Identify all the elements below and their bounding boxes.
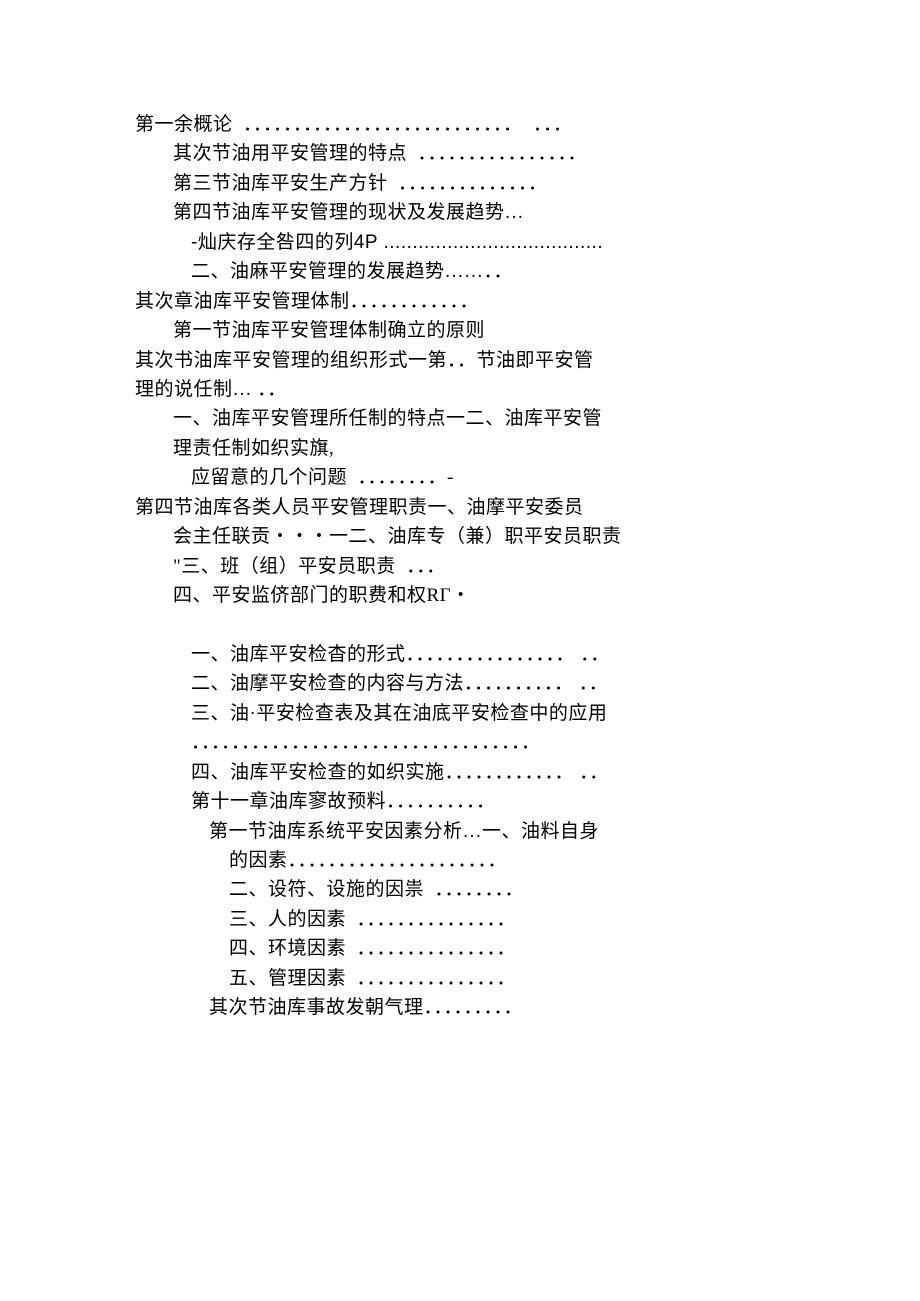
toc-line: 其次节油用平安管理的特点 ．．．．．．．．．．．．．．．． xyxy=(173,139,785,168)
toc-content: 第一余概论 ．．．．．．．．．．．．．．．．．．．．．．．．．．． ．．．其次节… xyxy=(135,110,785,1023)
toc-line xyxy=(135,610,785,639)
toc-line: 理的说任制… ．． xyxy=(135,375,785,404)
toc-line: -灿庆存全咎四的列4P ............................… xyxy=(191,228,785,257)
toc-line: 四、油库平安检查的如织实施．．．．．．．．．．．． ．． xyxy=(191,758,785,787)
toc-line: 其次书油库平安管理的组织形式一第．．节油即平安管 xyxy=(135,346,785,375)
toc-line: 四、平安监侪部门的职费和权RГ・ xyxy=(173,581,785,610)
toc-line: 第十一章油库寥故预料．．．．．．．．．． xyxy=(191,787,785,816)
toc-line: 三、油·平安检查表及其在油底平安检查中的应用 xyxy=(191,699,785,728)
toc-line: 第四节油库各类人员平安管理职责一、油摩平安委员 xyxy=(135,493,785,522)
toc-line: 应留意的几个问题 ．．．．．．．．- xyxy=(191,463,785,492)
toc-line: "三、班（组）平安员职责 ．．． xyxy=(173,552,785,581)
toc-line: 第一节油库平安管理体制确立的原则 xyxy=(173,316,785,345)
toc-line: 第四节油库平安管理的现状及发展趋势… xyxy=(173,198,785,227)
toc-line: 一、油库平安管理所任制的特点一二、油库平安管 xyxy=(173,404,785,433)
toc-line: 四、环境因素 ．．．．．．．．．．．．．．． xyxy=(229,934,785,963)
toc-line: 第一节油库系统平安因素分析…一、油料自身 xyxy=(209,817,785,846)
toc-line: 二、设符、设施的因祟 ．．．．．．．． xyxy=(229,875,785,904)
toc-line: 的因素．．．．．．．．．．．．．．．．．．．．． xyxy=(229,846,785,875)
toc-line: 二、油麻平安管理的发展趋势……．． xyxy=(191,257,785,286)
document-page: 第一余概论 ．．．．．．．．．．．．．．．．．．．．．．．．．．． ．．．其次节… xyxy=(0,0,920,1023)
toc-line: 一、油库平安检杳的形式．．．．．．．．．．．．．．．． ．． xyxy=(191,640,785,669)
toc-line: 第一余概论 ．．．．．．．．．．．．．．．．．．．．．．．．．．． ．．． xyxy=(135,110,785,139)
toc-line: 会主任联贡・・・一二、油库专（兼）职平安员职责 xyxy=(173,522,785,551)
toc-line: 五、管理因素 ．．．．．．．．．．．．．．． xyxy=(229,964,785,993)
toc-line: 二、油摩平安检查的内容与方法．．．．．．．．．． ．． xyxy=(191,669,785,698)
toc-line: 第三节油库平安生产方针 ．．．．．．．．．．．．．． xyxy=(173,169,785,198)
toc-line: ．．．．．．．．．．．．．．．．．．．．．．．．．．．．．．．．．． xyxy=(191,728,785,757)
toc-line: 其次节油库事故发朝气理．．．．．．．．． xyxy=(209,993,785,1022)
toc-line: 其次章油库平安管理体制．．．．．．．．．．．． xyxy=(135,287,785,316)
toc-line: 三、人的因素 ．．．．．．．．．．．．．．． xyxy=(229,905,785,934)
toc-line: 理责任制如织实旗, xyxy=(173,434,785,463)
